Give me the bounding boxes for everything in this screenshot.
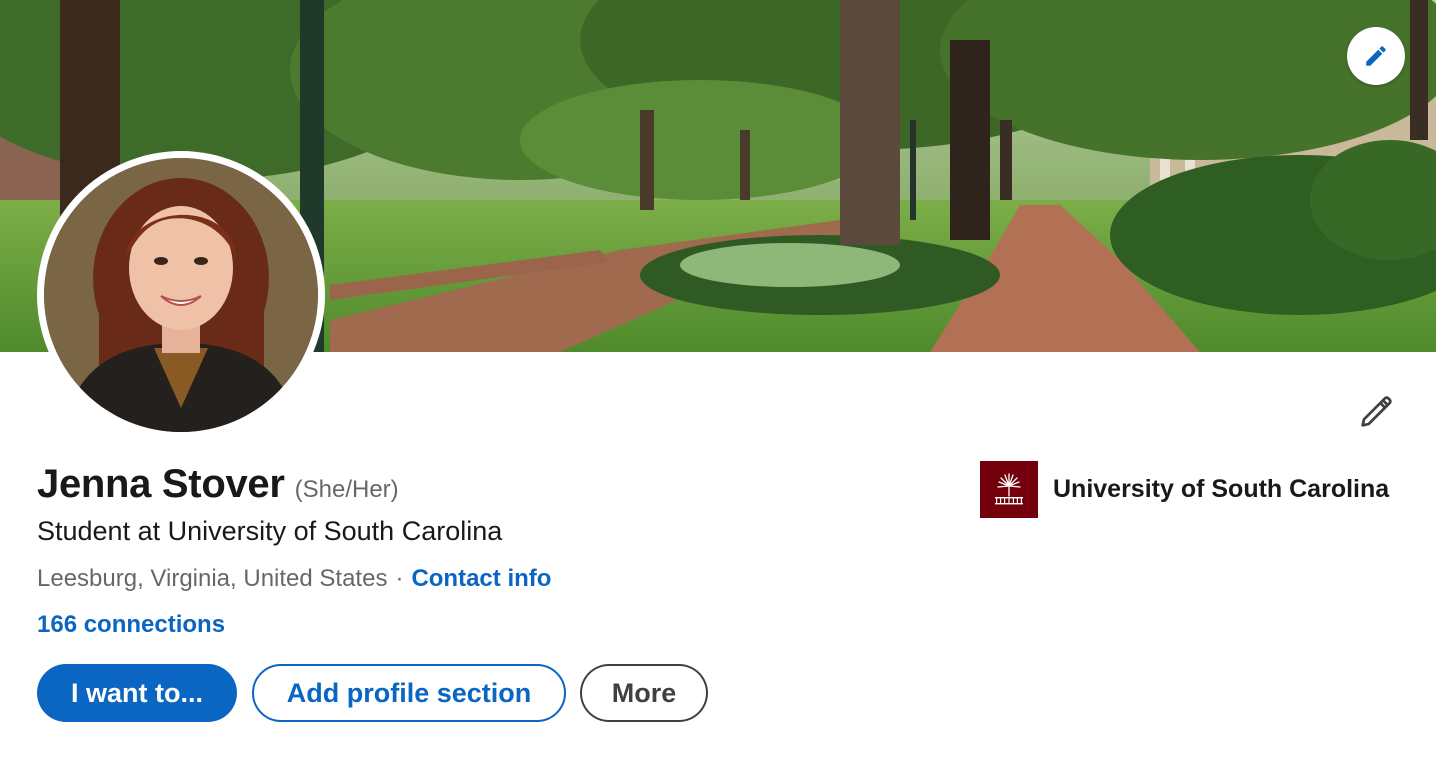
separator-dot: · bbox=[395, 565, 404, 592]
school-name: University of South Carolina bbox=[1053, 475, 1390, 503]
edit-cover-button[interactable] bbox=[1347, 27, 1405, 85]
name-row: Jenna Stover (She/Her) bbox=[37, 462, 399, 507]
contact-info-link[interactable]: Contact info bbox=[411, 565, 551, 593]
education-link[interactable]: University of South Carolina bbox=[980, 461, 1389, 518]
avatar bbox=[44, 158, 318, 432]
connections-link[interactable]: 166 connections bbox=[37, 611, 225, 639]
i-want-to-button[interactable]: I want to... bbox=[37, 664, 237, 722]
pencil-icon bbox=[1361, 396, 1392, 427]
edit-intro-button[interactable] bbox=[1352, 388, 1400, 436]
school-logo bbox=[980, 461, 1038, 518]
profile-photo[interactable] bbox=[37, 151, 325, 439]
palmetto-tree-icon bbox=[995, 472, 1023, 504]
location-row: Leesburg, Virginia, United States · Cont… bbox=[37, 565, 551, 593]
profile-headline: Student at University of South Carolina bbox=[37, 516, 503, 546]
add-profile-section-button[interactable]: Add profile section bbox=[252, 664, 566, 722]
profile-name: Jenna Stover bbox=[37, 462, 285, 506]
more-button[interactable]: More bbox=[580, 664, 708, 722]
location-text: Leesburg, Virginia, United States bbox=[37, 565, 388, 592]
pencil-icon bbox=[1366, 46, 1386, 66]
pronouns: (She/Her) bbox=[294, 476, 399, 503]
